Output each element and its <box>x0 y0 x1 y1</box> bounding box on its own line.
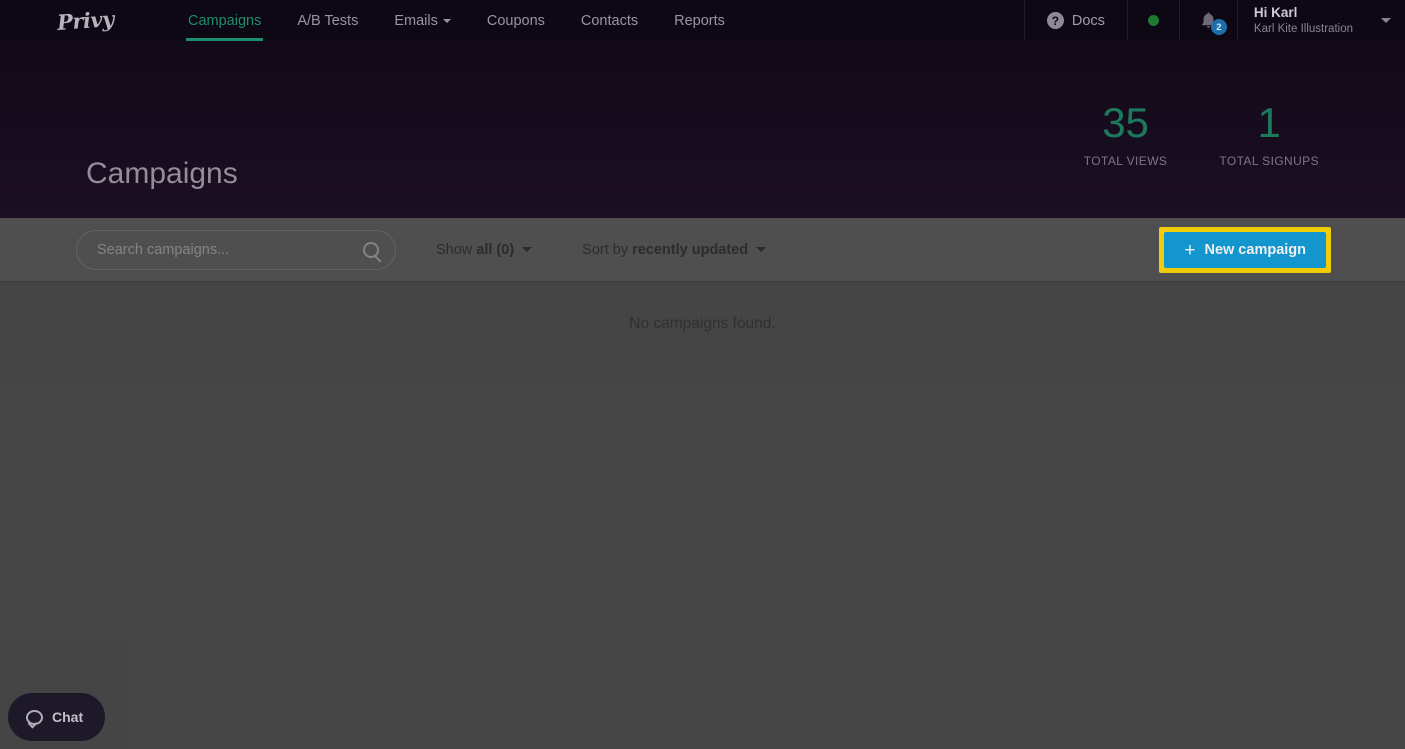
notifications-button[interactable]: 2 <box>1180 0 1237 41</box>
nav-item-emails[interactable]: Emails <box>376 0 469 41</box>
stat-total-signups-value: 1 <box>1219 102 1319 144</box>
sort-by-prefix: Sort by <box>582 242 628 258</box>
privy-logo-text: Privy <box>56 6 114 35</box>
chat-bubble-icon <box>26 710 43 725</box>
stat-total-views-label: TOTAL VIEWS <box>1084 154 1168 168</box>
hero-section: Campaigns 35 TOTAL VIEWS 1 TOTAL SIGNUPS <box>0 41 1405 218</box>
user-organization: Karl Kite Illustration <box>1254 22 1353 36</box>
new-campaign-highlight-ring: + New campaign <box>1159 227 1331 273</box>
search-input[interactable] <box>97 242 363 258</box>
new-campaign-label: New campaign <box>1204 242 1306 258</box>
nav-right-cluster: ? Docs 2 Hi Karl Karl Kite Illustration <box>1024 0 1405 41</box>
new-campaign-button[interactable]: + New campaign <box>1164 232 1326 268</box>
nav-item-campaigns-label: Campaigns <box>188 13 261 29</box>
chevron-down-icon <box>443 19 451 23</box>
show-filter-dropdown[interactable]: Show all (0) <box>436 242 532 258</box>
stat-total-views-value: 35 <box>1084 102 1168 144</box>
show-filter-value: all (0) <box>476 242 514 258</box>
nav-item-coupons[interactable]: Coupons <box>469 0 563 41</box>
hero-stats: 35 TOTAL VIEWS 1 TOTAL SIGNUPS <box>1084 102 1319 168</box>
question-circle-icon: ? <box>1047 12 1064 29</box>
campaigns-list-area: No campaigns found. <box>0 283 1405 749</box>
chat-widget-button[interactable]: Chat <box>8 693 105 741</box>
status-indicator <box>1128 0 1179 41</box>
chevron-down-icon <box>756 247 766 252</box>
nav-item-campaigns[interactable]: Campaigns <box>170 0 279 41</box>
nav-item-reports-label: Reports <box>674 13 725 29</box>
empty-state-message: No campaigns found. <box>0 315 1405 333</box>
sort-by-value: recently updated <box>632 242 748 258</box>
stat-total-signups: 1 TOTAL SIGNUPS <box>1219 102 1319 168</box>
plus-icon: + <box>1184 241 1195 260</box>
nav-item-coupons-label: Coupons <box>487 13 545 29</box>
brand-logo[interactable]: Privy <box>0 0 170 41</box>
top-navigation-bar: Privy Campaigns A/B Tests Emails Coupons… <box>0 0 1405 41</box>
nav-item-reports[interactable]: Reports <box>656 0 743 41</box>
nav-item-contacts[interactable]: Contacts <box>563 0 656 41</box>
nav-item-emails-label: Emails <box>394 13 438 29</box>
search-campaigns-box[interactable] <box>76 230 396 270</box>
show-filter-prefix: Show <box>436 242 472 258</box>
notification-count-badge: 2 <box>1211 19 1227 35</box>
chat-widget-label: Chat <box>52 709 83 725</box>
user-account-menu[interactable]: Hi Karl Karl Kite Illustration <box>1238 0 1405 41</box>
page-title: Campaigns <box>86 157 238 191</box>
app-root: Privy Campaigns A/B Tests Emails Coupons… <box>0 0 1405 749</box>
nav-item-ab-tests-label: A/B Tests <box>297 13 358 29</box>
nav-item-contacts-label: Contacts <box>581 13 638 29</box>
green-status-dot-icon <box>1148 15 1159 26</box>
stat-total-views: 35 TOTAL VIEWS <box>1084 102 1168 168</box>
stat-total-signups-label: TOTAL SIGNUPS <box>1219 154 1319 168</box>
user-greeting: Hi Karl <box>1254 5 1353 22</box>
primary-nav-items: Campaigns A/B Tests Emails Coupons Conta… <box>170 0 743 41</box>
docs-label: Docs <box>1072 13 1105 29</box>
chevron-down-icon <box>522 247 532 252</box>
search-icon[interactable] <box>363 242 379 258</box>
user-info: Hi Karl Karl Kite Illustration <box>1254 5 1353 36</box>
docs-link[interactable]: ? Docs <box>1025 0 1127 41</box>
chevron-down-icon <box>1381 18 1391 23</box>
nav-item-ab-tests[interactable]: A/B Tests <box>279 0 376 41</box>
sort-by-dropdown[interactable]: Sort by recently updated <box>582 242 766 258</box>
